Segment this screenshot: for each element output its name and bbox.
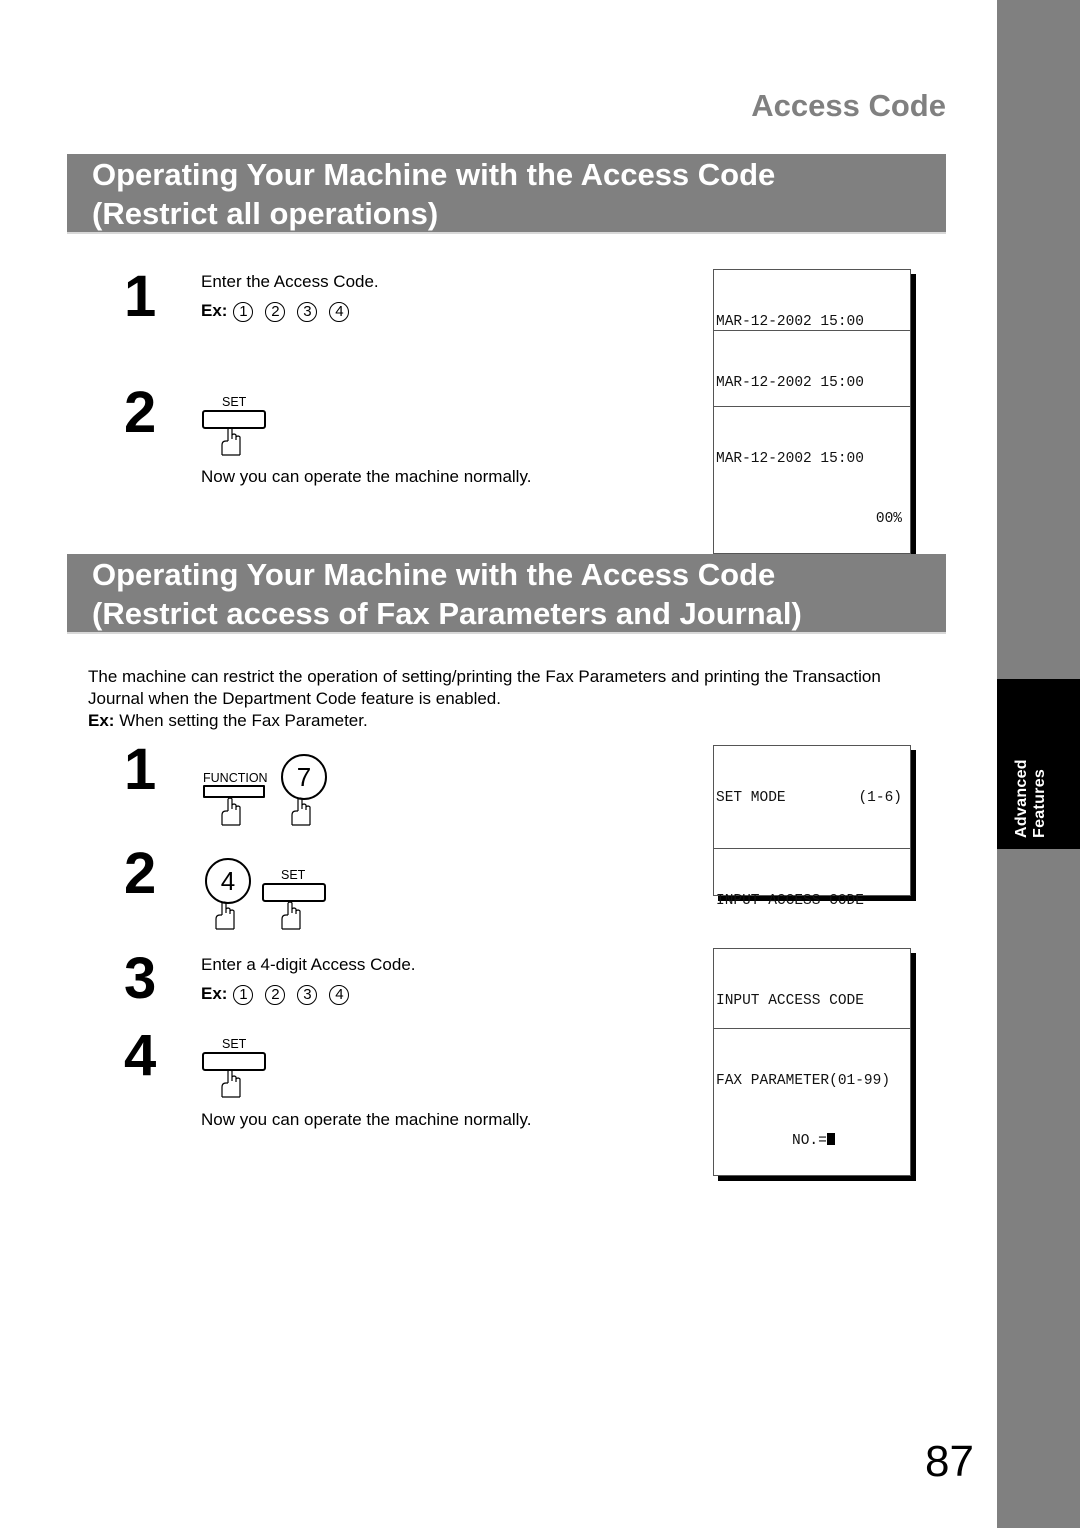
set-key-label: SET [222,1037,247,1051]
lcd-line: INPUT ACCESS CODE [716,893,864,909]
section2-title-line1: Operating Your Machine with the Access C… [92,557,776,592]
key-1-icon: 1 [233,301,254,322]
hand-press-icon [221,427,241,456]
section2-step3-text: Enter a 4-digit Access Code. [201,955,416,974]
lcd-line: NO.= [716,1131,908,1151]
lcd-line: SET MODE (1-6) [716,788,908,808]
section2-step-number: 1 [124,737,157,802]
key-4-button[interactable]: 4 [205,858,251,904]
hand-press-icon [281,901,301,930]
section1-title-bar: Operating Your Machine with the Access C… [67,154,946,234]
lcd-line: MAR-12-2002 15:00 [716,451,864,467]
section2-intro-example: Ex: When setting the Fax Parameter. [88,710,368,732]
key-4-icon: 4 [329,301,350,322]
section2-footer: Now you can operate the machine normally… [201,1110,532,1129]
key-3-icon: 3 [297,301,318,322]
chapter-tab-label: Advanced Features [1013,759,1049,838]
section1-footer: Now you can operate the machine normally… [201,467,532,486]
running-head: Access Code [751,88,946,123]
section1-step-number: 2 [124,380,157,445]
key-2-icon: 2 [265,984,286,1005]
set-key-label: SET [281,868,306,882]
lcd-line: MAR-12-2002 15:00 [716,375,864,391]
section1-step1-text: Enter the Access Code. [201,272,379,291]
key-2-icon: 2 [265,301,286,322]
lcd-text: SET MODE [716,790,786,806]
key-3-icon: 3 [297,984,318,1005]
lcd-line: MAR-12-2002 15:00 [716,314,864,330]
hand-press-icon [221,1069,241,1098]
section2-intro-line2: Journal when the Department Code feature… [88,689,501,708]
ex-text: When setting the Fax Parameter. [114,711,368,730]
cursor-icon [826,1133,835,1145]
section2-title-bar: Operating Your Machine with the Access C… [67,554,946,634]
section2-step-number: 3 [124,946,157,1011]
page-number: 87 [925,1437,974,1486]
lcd-line: INPUT ACCESS CODE [716,993,864,1009]
lcd-line: 00% [875,511,902,527]
hand-press-icon [215,901,235,930]
lcd-line: FAX PARAMETER(01-99) [716,1073,891,1089]
ex-label: Ex: [88,711,115,730]
lcd-text: (1-6) [858,790,902,806]
key-7-button[interactable]: 7 [281,754,327,800]
section1-step-number: 1 [124,264,157,329]
hand-press-icon [221,797,241,826]
section2-step3-example: Ex: 1 2 3 4 [201,983,361,1005]
section2-title-line2: (Restrict access of Fax Parameters and J… [92,596,802,631]
function-key-label: FUNCTION [203,771,268,785]
key-1-icon: 1 [233,984,254,1005]
section2-step-number: 4 [124,1023,157,1088]
section1-title-line1: Operating Your Machine with the Access C… [92,157,776,192]
key-4-icon: 4 [329,984,350,1005]
lcd-display: MAR-12-2002 15:00 00% [713,406,911,554]
lcd-display: INPUT ACCESS CODE [713,848,911,965]
set-key-label: SET [222,395,247,409]
section2-intro-line1: The machine can restrict the operation o… [88,667,881,686]
chapter-tab-line1: Advanced [1013,759,1030,838]
section1-title-line2: (Restrict all operations) [92,196,439,231]
lcd-text: NO.= [792,1133,827,1149]
hand-press-icon [291,797,311,826]
set-key-button[interactable] [262,883,326,902]
ex-label: Ex: [201,301,228,320]
chapter-tab-line2: Features [1031,768,1048,838]
ex-label: Ex: [201,984,228,1003]
section1-step1-example: Ex: 1 2 3 4 [201,300,361,322]
lcd-display: FAX PARAMETER(01-99) NO.= [713,1028,911,1176]
section2-step-number: 2 [124,841,157,906]
